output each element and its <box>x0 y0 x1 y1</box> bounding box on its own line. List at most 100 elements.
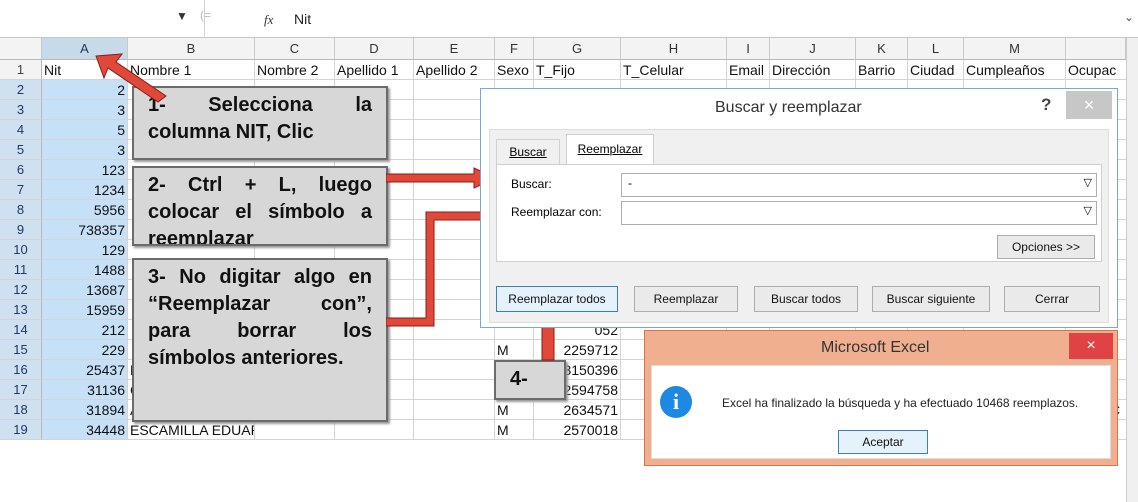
replace-button[interactable]: Reemplazar <box>634 286 738 312</box>
cell-a17[interactable]: 31136 <box>42 380 128 400</box>
tab-buscar[interactable]: Buscar <box>496 139 560 165</box>
name-box-dropdown-icon[interactable]: ▼ <box>176 9 188 23</box>
cell-a10[interactable]: 129 <box>42 240 128 260</box>
cell-c1[interactable]: Nombre 2 <box>255 60 335 80</box>
tab-reemplazar[interactable]: Reemplazar <box>566 134 654 165</box>
cancel-icon[interactable]: (= <box>200 8 211 22</box>
cell-a4[interactable]: 5 <box>42 120 128 140</box>
row-header[interactable]: 13 <box>0 300 42 320</box>
row-header[interactable]: 8 <box>0 200 42 220</box>
accept-button[interactable]: Aceptar <box>838 430 928 454</box>
cell-a7[interactable]: 1234 <box>42 180 128 200</box>
row-header[interactable]: 17 <box>0 380 42 400</box>
select-all-corner[interactable] <box>0 38 42 60</box>
vertical-scrollbar[interactable] <box>1126 38 1138 502</box>
cell-e19[interactable] <box>414 420 495 440</box>
column-header-e[interactable]: E <box>414 38 495 60</box>
cell-d1[interactable]: Apellido 1 <box>335 60 414 80</box>
cell-a16[interactable]: 25437 <box>42 360 128 380</box>
replace-dropdown-icon[interactable]: ▽ <box>1084 204 1092 217</box>
find-all-button[interactable]: Buscar todos <box>754 286 858 312</box>
cell-f19[interactable]: M <box>495 420 534 440</box>
message-dialog-title: Microsoft Excel <box>821 339 930 356</box>
cell-k1[interactable]: Barrio <box>856 60 908 80</box>
column-header-k[interactable]: K <box>856 38 908 60</box>
cell-f15[interactable]: M <box>495 340 534 360</box>
close-button[interactable]: Cerrar <box>1004 286 1100 312</box>
cell-f1[interactable]: Sexo <box>495 60 534 80</box>
options-button[interactable]: Opciones >> <box>997 235 1095 259</box>
column-header-h[interactable]: H <box>621 38 727 60</box>
cell-h1[interactable]: T_Celular <box>621 60 727 80</box>
column-header-l[interactable]: L <box>908 38 964 60</box>
cell-a14[interactable]: 212 <box>42 320 128 340</box>
cell-i1[interactable]: Email <box>727 60 770 80</box>
cell-e15[interactable] <box>414 340 495 360</box>
cell-a13[interactable]: 15959 <box>42 300 128 320</box>
row-header[interactable]: 15 <box>0 340 42 360</box>
row-header[interactable]: 12 <box>0 280 42 300</box>
help-icon[interactable]: ? <box>1041 95 1051 115</box>
column-header-c[interactable]: C <box>255 38 335 60</box>
row-header[interactable]: 10 <box>0 240 42 260</box>
row-header[interactable]: 5 <box>0 140 42 160</box>
cell-a9[interactable]: 738357 <box>42 220 128 240</box>
message-dialog-close-icon[interactable]: × <box>1069 333 1113 359</box>
cell-j1[interactable]: Dirección <box>770 60 856 80</box>
cell-l1[interactable]: Ciudad <box>908 60 964 80</box>
column-header-f[interactable]: F <box>495 38 534 60</box>
row-header[interactable]: 2 <box>0 80 42 100</box>
row-header[interactable]: 16 <box>0 360 42 380</box>
cell-b19[interactable]: ESCAMILLA EDUARDO <box>128 420 255 440</box>
column-header-d[interactable]: D <box>335 38 414 60</box>
row-header[interactable]: 11 <box>0 260 42 280</box>
cell-f18[interactable]: M <box>495 400 534 420</box>
cell-m1[interactable]: Cumpleaños <box>964 60 1066 80</box>
cell-g18[interactable]: 2634571 <box>534 400 621 420</box>
row-header[interactable]: 4 <box>0 120 42 140</box>
row-header[interactable]: 3 <box>0 100 42 120</box>
cell-g1[interactable]: T_Fijo <box>534 60 621 80</box>
cell-e1[interactable]: Apellido 2 <box>414 60 495 80</box>
column-header-m[interactable]: M <box>964 38 1066 60</box>
cell-e16[interactable] <box>414 360 495 380</box>
column-header-i[interactable]: I <box>727 38 770 60</box>
replace-input[interactable]: ▽ <box>621 201 1097 225</box>
row-header[interactable]: 6 <box>0 160 42 180</box>
instruction-note-2: 2- Ctrl + L, luego colocar el símbolo a … <box>132 166 388 246</box>
row-header[interactable]: 7 <box>0 180 42 200</box>
fx-icon[interactable]: fx <box>264 12 273 28</box>
find-dialog-body: Buscar Reemplazar Buscar: - ▽ Reemplazar … <box>489 129 1109 323</box>
column-header-more[interactable] <box>1066 38 1126 60</box>
cell-e18[interactable] <box>414 400 495 420</box>
arrow-to-column-a <box>95 53 167 103</box>
expand-formula-icon[interactable]: ⌄ <box>1124 10 1134 24</box>
find-input[interactable]: - ▽ <box>621 173 1097 197</box>
cell-a6[interactable]: 123 <box>42 160 128 180</box>
cell-a11[interactable]: 1488 <box>42 260 128 280</box>
column-header-g[interactable]: G <box>534 38 621 60</box>
cell-d19[interactable] <box>335 420 414 440</box>
row-header[interactable]: 19 <box>0 420 42 440</box>
row-header[interactable]: 14 <box>0 320 42 340</box>
find-next-button[interactable]: Buscar siguiente <box>872 286 990 312</box>
cell-a8[interactable]: 5956 <box>42 200 128 220</box>
row-header[interactable]: 9 <box>0 220 42 240</box>
cell-g19[interactable]: 2570018 <box>534 420 621 440</box>
row-header[interactable]: 1 <box>0 60 42 80</box>
cell-a12[interactable]: 13687 <box>42 280 128 300</box>
cell-a5[interactable]: 3 <box>42 140 128 160</box>
find-dropdown-icon[interactable]: ▽ <box>1084 176 1092 189</box>
cell-a18[interactable]: 31894 <box>42 400 128 420</box>
cell-e17[interactable] <box>414 380 495 400</box>
find-dialog-close-icon[interactable]: × <box>1066 91 1112 119</box>
row-header[interactable]: 18 <box>0 400 42 420</box>
formula-input[interactable]: Nit <box>294 11 311 27</box>
instruction-note-1: 1- Selecciona la columna NIT, Clic <box>132 86 388 160</box>
cell-a15[interactable]: 229 <box>42 340 128 360</box>
cell-a19[interactable]: 34448 <box>42 420 128 440</box>
replace-all-button[interactable]: Reemplazar todos <box>496 286 618 312</box>
name-box[interactable] <box>0 0 205 38</box>
cell-c19[interactable] <box>255 420 335 440</box>
column-header-j[interactable]: J <box>770 38 856 60</box>
